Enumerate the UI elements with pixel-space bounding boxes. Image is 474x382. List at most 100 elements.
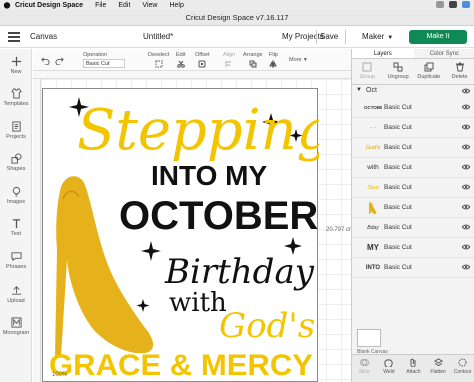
tab-color-sync[interactable]: Color Sync [414,49,474,58]
flatten-icon [433,358,443,367]
eye-icon[interactable] [462,224,470,230]
blank-canvas-swatch[interactable] [357,329,381,347]
sidebar-item-text[interactable]: Text [0,218,32,237]
save-button[interactable]: Save [320,32,338,41]
sidebar-item-monogram[interactable]: Monogram [0,317,32,336]
contour-icon [458,358,467,367]
layer-item[interactable]: God's Basic Cut [352,138,474,158]
menu-help[interactable]: Help [169,2,183,9]
operation-select[interactable]: Basic Cut [83,59,125,68]
layer-name: Basic Cut [384,124,412,131]
eye-icon[interactable] [462,124,470,130]
left-sidebar: New Templates Projects Shapes Images Tex… [0,49,32,382]
artwork-line-stepping: Stepping [77,98,319,163]
make-it-button[interactable]: Make It [409,30,467,44]
status-icon-1[interactable] [436,1,444,8]
layer-name: Basic Cut [384,184,412,191]
paperclip-icon [410,358,416,367]
align-button[interactable]: Align [223,52,235,70]
blank-canvas-row[interactable]: Blank Canvas [352,326,474,355]
contour-button[interactable]: Contour [450,355,474,382]
header-divider [345,30,346,44]
document-title[interactable]: Untitled* [143,32,173,41]
chevron-down-icon[interactable]: ▼ [356,87,362,93]
duplicate-label: Duplicate [417,74,441,80]
eye-icon[interactable] [462,244,470,250]
sidebar-item-label: Upload [7,298,25,304]
undo-icon[interactable] [41,56,50,65]
ungroup-button[interactable]: Ungroup [383,59,414,84]
status-icon-3[interactable] [462,1,470,8]
eye-icon[interactable] [462,184,470,190]
arrange-button[interactable]: Arrange [243,52,263,70]
tab-layers[interactable]: Layers [352,49,414,58]
attach-button[interactable]: Attach [401,355,426,382]
artwork-line-grace-mercy: GRACE & MERCY [49,349,313,382]
flatten-button[interactable]: Flatten [426,355,451,382]
panel-tabs: Layers Color Sync [352,49,474,59]
layer-item[interactable]: with Basic Cut [352,158,474,178]
eye-icon[interactable] [462,204,470,210]
offset-button[interactable]: Offset [195,52,210,70]
menu-view[interactable]: View [142,2,157,9]
duplicate-button[interactable]: Duplicate [414,59,445,84]
text-icon [12,219,20,229]
sidebar-item-label: Monogram [2,330,30,336]
more-button[interactable]: More ▼ [289,57,308,63]
apple-icon[interactable] [3,1,11,9]
deselect-button[interactable]: Deselect [148,52,169,70]
edit-toolbar: Operation Basic Cut Deselect Edit Offset… [33,49,351,71]
layer-item[interactable]: Basic Cut [352,198,474,218]
layer-item[interactable]: Step Basic Cut [352,178,474,198]
layers-panel: Layers Color Sync Group Ungroup Duplicat… [351,49,474,382]
menu-edit[interactable]: Edit [118,2,130,9]
weld-button[interactable]: Weld [377,355,402,382]
eye-icon[interactable] [462,88,470,94]
delete-button[interactable]: Delete [444,59,474,84]
my-projects-button[interactable]: My Projects [282,32,324,41]
menubar-status-icons [436,1,470,8]
ungroup-icon [393,62,403,72]
sidebar-item-projects[interactable]: Projects [0,121,32,140]
sidebar-item-templates[interactable]: Templates [0,88,32,107]
menu-file[interactable]: File [95,2,106,9]
hamburger-menu-icon[interactable] [8,32,20,42]
machine-select[interactable]: Maker ▼ [362,32,393,41]
edit-button[interactable]: Edit [176,52,185,70]
layer-item[interactable]: · · Basic Cut [352,118,474,138]
weld-label: Weld [383,369,395,375]
eye-icon[interactable] [462,164,470,170]
layer-item[interactable]: Bday Basic Cut [352,218,474,238]
group-icon [362,62,372,72]
sidebar-item-label: Text [10,231,22,237]
shapes-icon [10,153,22,164]
sidebar-item-new[interactable]: New [0,56,32,75]
design-artwork[interactable]: Stepping INTO MY OCTOBER Birthday with G… [42,88,333,382]
group-button[interactable]: Group [352,59,383,84]
sidebar-item-images[interactable]: Images [0,186,32,205]
deselect-label: Deselect [148,52,170,58]
sidebar-item-label: New [10,69,22,75]
eye-icon[interactable] [462,144,470,150]
sidebar-item-upload[interactable]: Upload [0,285,32,304]
status-icon-2[interactable] [449,1,457,8]
eye-icon[interactable] [462,264,470,270]
sidebar-item-phrases[interactable]: Phrases [0,251,32,270]
redo-icon[interactable] [55,56,64,65]
header-divider [316,30,317,44]
edit-label: Edit [176,52,186,58]
eye-icon[interactable] [462,104,470,110]
sidebar-item-shapes[interactable]: Shapes [0,153,32,172]
slice-button[interactable]: Slice [352,355,377,382]
layer-item[interactable]: INTO Basic Cut [352,258,474,278]
layer-item[interactable]: MY Basic Cut [352,238,474,258]
panel-bottom-actions: Slice Weld Attach Flatten Contour [352,354,474,382]
artwork-line-gods: God's [219,306,315,346]
slice-label: Slice [358,369,370,375]
menu-app-name[interactable]: Cricut Design Space [15,2,83,9]
layer-item[interactable]: OCTOBER Basic Cut [352,98,474,118]
layer-group-row[interactable]: ▼ Oct [352,85,474,97]
zoom-level[interactable]: 100% [52,372,67,378]
flip-button[interactable]: Flip [269,52,278,70]
dimension-label: 20.797 cm [326,227,355,233]
